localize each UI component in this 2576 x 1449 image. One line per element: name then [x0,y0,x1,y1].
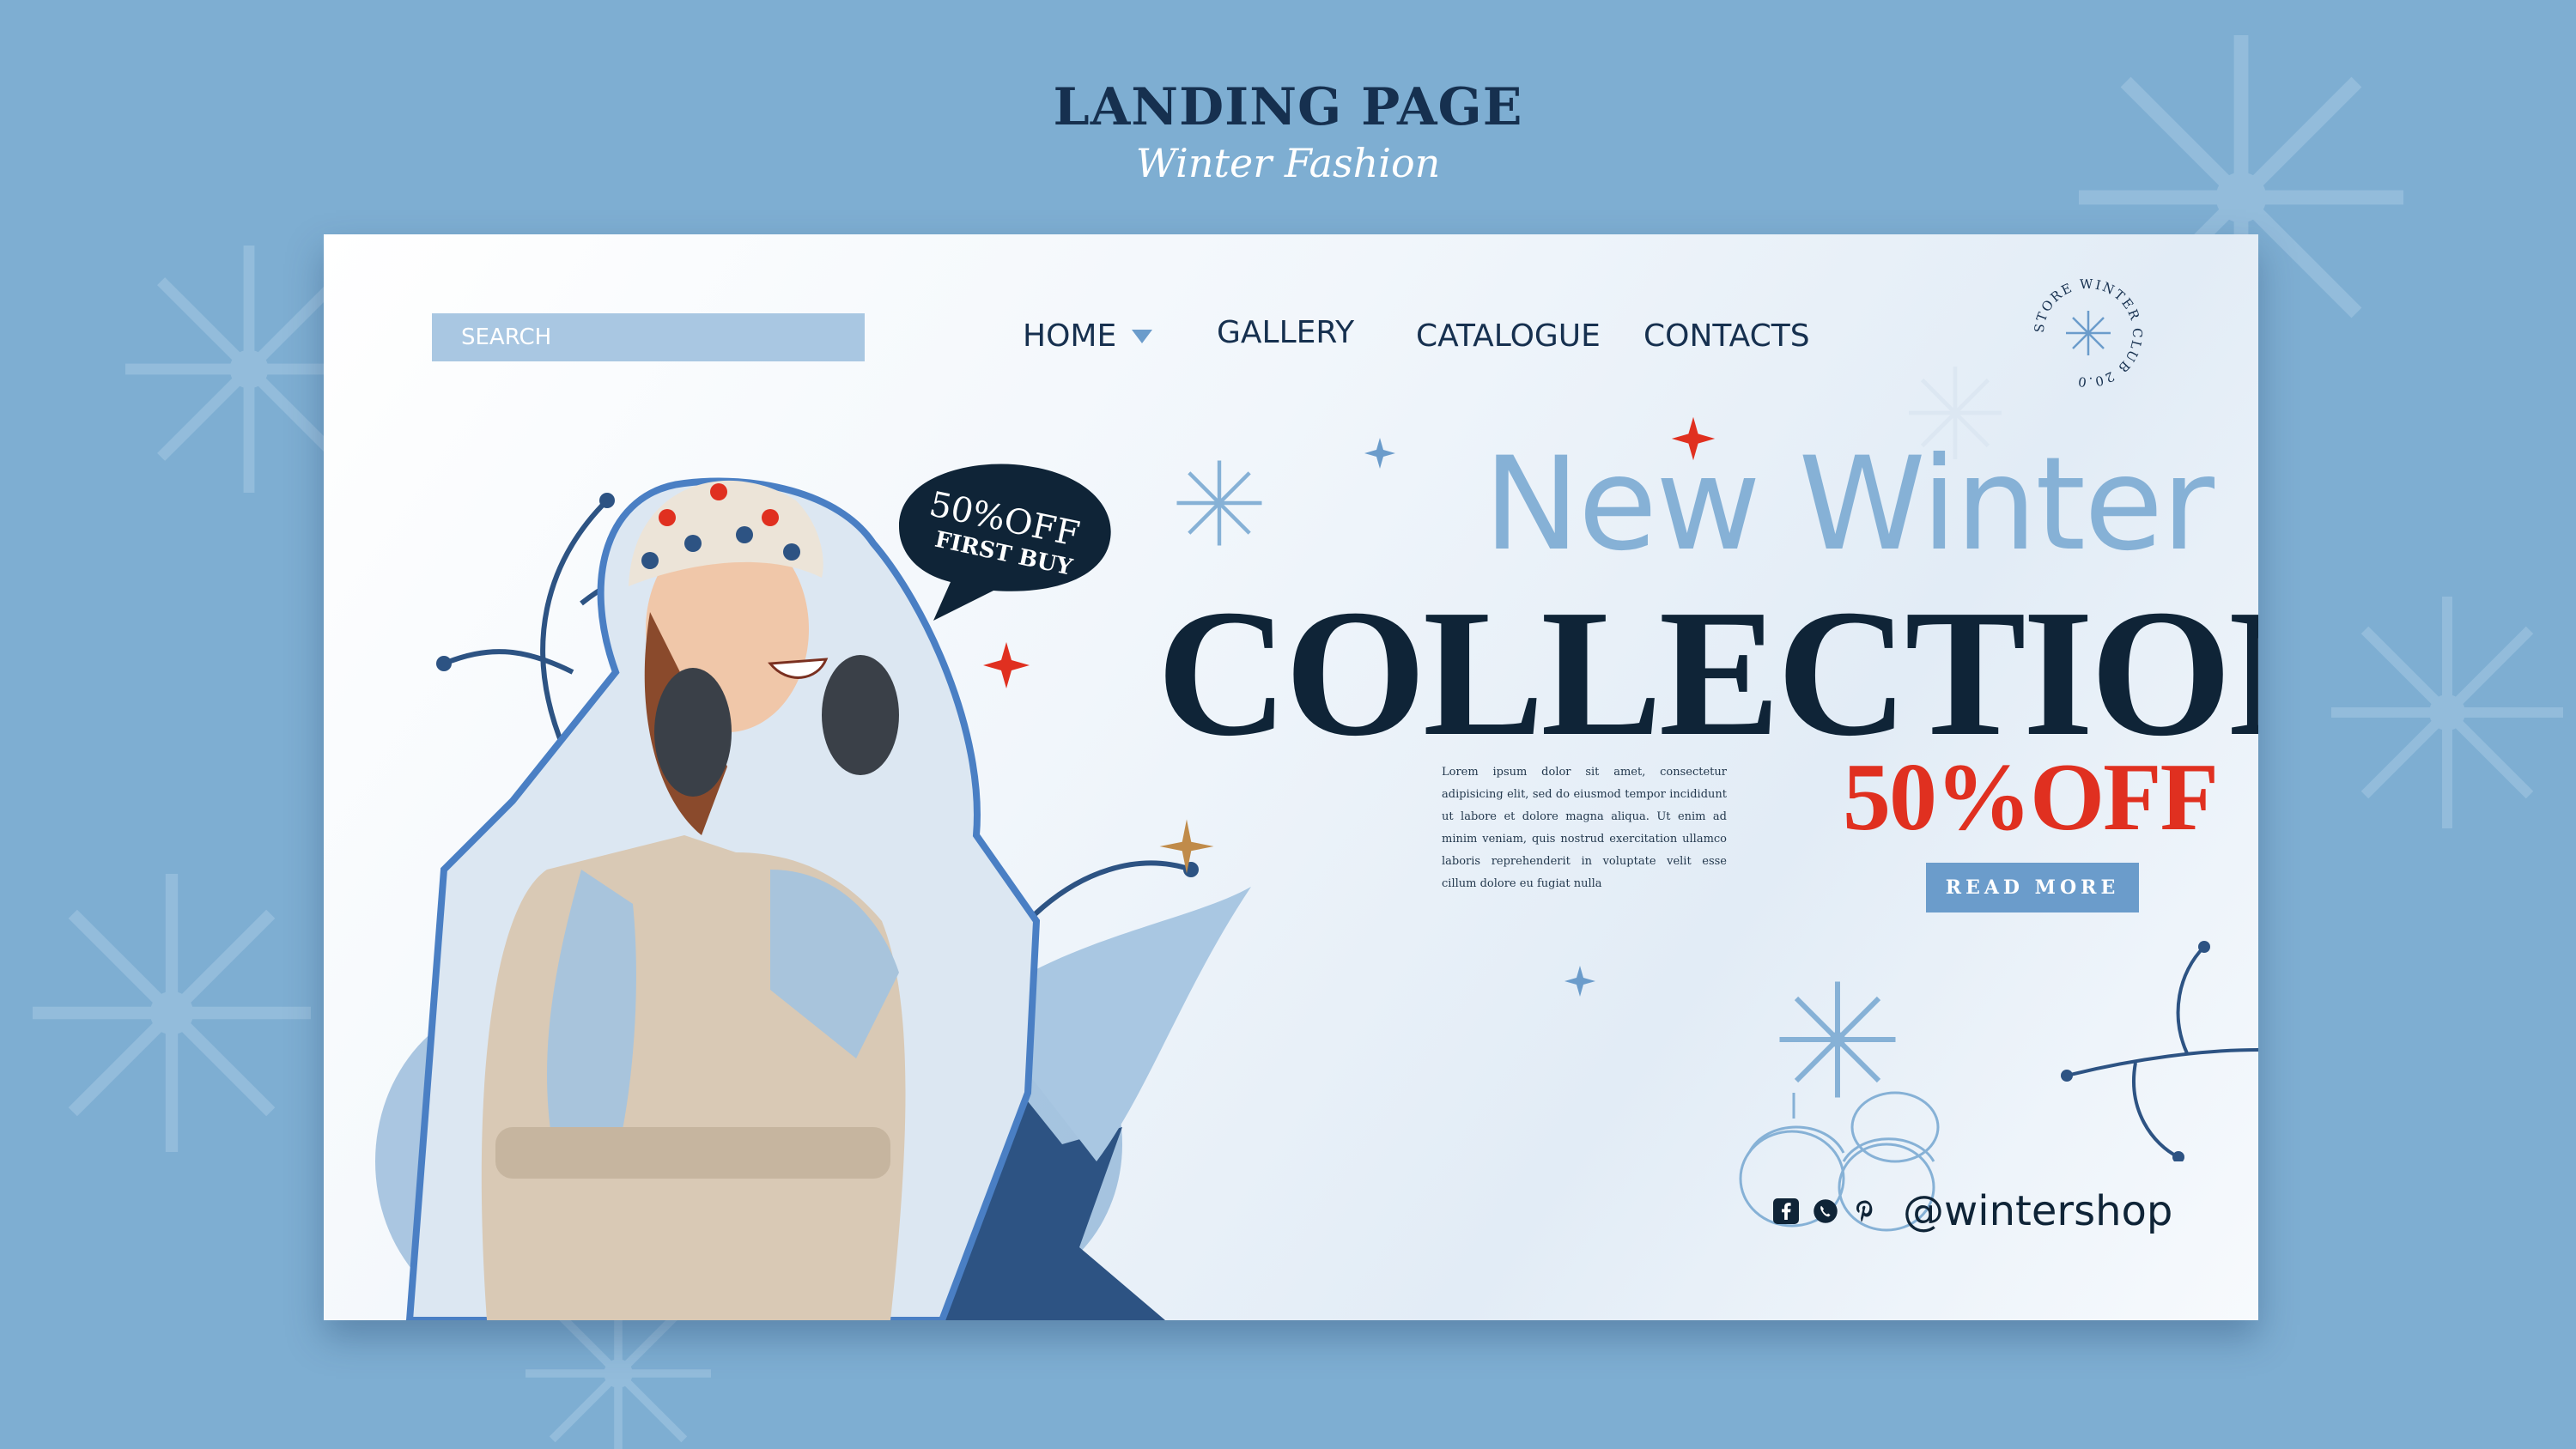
first-buy-speech-bubble: 50%OFF FIRST BUY [882,449,1122,621]
nav-contacts-label: CONTACTS [1643,318,1810,354]
headline-collection: COLLECTION [1157,572,2258,773]
nav-home[interactable]: HOME [1023,318,1153,354]
social-links: @wintershop [1772,1187,2172,1235]
red-star-icon [981,640,1032,691]
discount-text: 50%OFF [1843,744,2219,851]
snowflake-icon [2066,311,2111,355]
background-snowflake-icon [17,858,326,1167]
headline-new-winter: New Winter [1483,430,2215,579]
store-club-badge: STORE WINTER CLUB 20.0 [2028,273,2148,393]
nav-gallery-label: GALLERY [1217,315,1355,350]
nav-gallery[interactable]: GALLERY [1217,315,1354,350]
blue-star-icon [1563,964,1597,998]
read-more-button[interactable]: READ MORE [1926,863,2139,912]
nav-home-label: HOME [1023,318,1117,354]
nav-contacts[interactable]: CONTACTS [1643,318,1810,354]
background-snowflake-icon [2318,584,2576,841]
search-input[interactable] [461,324,835,350]
page-subtitle: Winter Fashion [1135,140,1441,186]
whatsapp-icon[interactable] [1812,1197,1839,1225]
pinterest-icon[interactable] [1851,1197,1879,1225]
facebook-icon[interactable] [1772,1197,1800,1225]
gold-star-icon [1157,816,1217,876]
landing-page-card: HOME GALLERY CATALOGUE CONTACTS STORE WI… [324,234,2258,1320]
branch-illustration [2050,938,2258,1163]
hero-body-text: Lorem ipsum dolor sit amet, consectetur … [1442,766,1727,890]
page-title: LANDING PAGE [1053,77,1523,137]
nav-catalogue[interactable]: CATALOGUE [1416,318,1601,354]
snowflake-icon [1172,456,1267,550]
search-box[interactable] [432,313,865,361]
nav-catalogue-label: CATALOGUE [1416,318,1601,354]
page-heading: LANDING PAGE Winter Fashion [0,82,2576,183]
blue-star-icon [1363,436,1397,470]
chevron-down-icon[interactable] [1132,329,1153,343]
social-handle[interactable]: @wintershop [1903,1187,2172,1235]
